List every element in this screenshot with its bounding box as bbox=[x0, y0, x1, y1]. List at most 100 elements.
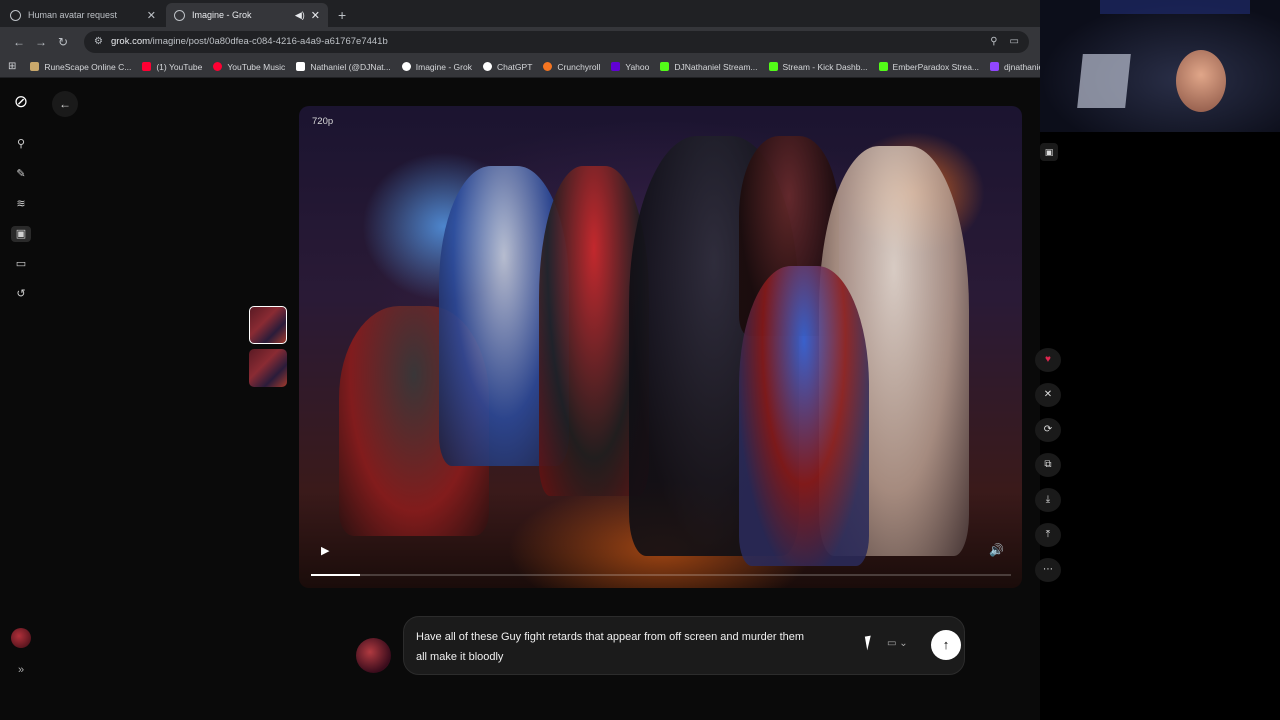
apps-grid-icon[interactable]: ⊞ bbox=[8, 61, 16, 72]
bookmark-label: ChatGPT bbox=[496, 61, 533, 72]
left-rail: ⊘ ⚲ ✎ ≋ ▣ ▭ ↺ » bbox=[0, 78, 42, 688]
reload-icon[interactable]: ↻ bbox=[52, 35, 74, 49]
grok-imagine-app: ⊘ ⚲ ✎ ≋ ▣ ▭ ↺ » ← 720p ▶ 🔊 ▣ ♥ ✕ ⟳ ⧉ ⤓ ⤒ bbox=[0, 78, 1061, 720]
x-logo-icon bbox=[296, 62, 306, 71]
back-arrow-icon[interactable]: ← bbox=[8, 35, 30, 49]
audio-playing-icon[interactable]: ◀) bbox=[295, 10, 305, 21]
tab-human-avatar-request[interactable]: Human avatar request ✕ bbox=[2, 3, 164, 27]
upload-share-icon[interactable]: ⤒ bbox=[1035, 523, 1061, 547]
grok-icon bbox=[401, 62, 411, 71]
bookmark-x-nathaniel[interactable]: Nathaniel (@DJNat... bbox=[296, 61, 391, 72]
bookmark-djnathaniel-stream[interactable]: DJNathaniel Stream... bbox=[660, 61, 758, 72]
bookmark-chatgpt[interactable]: ChatGPT bbox=[482, 61, 533, 72]
more-options-icon[interactable]: ⋯ bbox=[1035, 558, 1061, 582]
prompt-text[interactable]: Have all of these Guy fight retards that… bbox=[416, 627, 866, 667]
bookmark-yahoo[interactable]: Yahoo bbox=[611, 62, 649, 72]
webcam-background-light bbox=[1100, 0, 1250, 14]
grok-favicon-icon bbox=[174, 9, 185, 21]
bookmark-label: Stream - Kick Dashb... bbox=[782, 61, 868, 72]
youtube-music-icon bbox=[213, 62, 223, 71]
bookmark-twitch[interactable]: djnathanielrs3 - Twit... bbox=[990, 62, 1040, 72]
bookmarks-bar: ⊞ RuneScape Online C... (1) YouTube YouT… bbox=[0, 56, 1040, 78]
share-x-icon[interactable]: ✕ bbox=[1035, 383, 1061, 407]
thumbnail-item[interactable] bbox=[249, 349, 287, 387]
edit-icon[interactable]: ✎ bbox=[11, 166, 31, 182]
bookmark-label: Imagine - Grok bbox=[415, 61, 472, 72]
chatgpt-icon bbox=[482, 62, 492, 71]
site-info-icon[interactable]: ⚙ bbox=[94, 36, 103, 47]
grok-logo-icon[interactable]: ⊘ bbox=[14, 92, 28, 112]
webcam-monitor-glow bbox=[1077, 54, 1131, 108]
bookmark-label: djnathanielrs3 - Twit... bbox=[1004, 61, 1040, 72]
search-icon[interactable]: ⚲ bbox=[11, 136, 31, 152]
address-bar[interactable]: ⚙ grok.com /imagine/post/0a80dfea-c084-4… bbox=[84, 30, 1029, 53]
like-button-heart-icon[interactable]: ♥ bbox=[1035, 348, 1061, 372]
video-player[interactable]: 720p ▶ 🔊 bbox=[299, 106, 1022, 588]
play-button[interactable]: ▶ bbox=[321, 544, 329, 557]
bookmark-kick-dashboard[interactable]: Stream - Kick Dashb... bbox=[768, 61, 868, 72]
webcam-overlay bbox=[1040, 0, 1280, 132]
bookmark-label: RuneScape Online C... bbox=[44, 61, 132, 72]
video-mode-dropdown[interactable]: ▭ ⌄ bbox=[887, 638, 908, 649]
download-icon[interactable]: ⤓ bbox=[1035, 488, 1061, 512]
tab-title: Human avatar request bbox=[28, 10, 118, 20]
prompt-box[interactable]: Have all of these Guy fight retards that… bbox=[403, 616, 965, 675]
back-button[interactable]: ← bbox=[52, 91, 78, 117]
url-host: grok.com bbox=[110, 36, 151, 47]
prompt-thumbnail bbox=[356, 638, 391, 673]
crunchyroll-icon bbox=[543, 62, 553, 71]
video-progress-bar[interactable] bbox=[311, 574, 1011, 576]
tab-title: Imagine - Grok bbox=[192, 10, 252, 20]
youtube-icon bbox=[142, 62, 152, 71]
browser-tabstrip: Human avatar request ✕ Imagine - Grok ◀)… bbox=[0, 0, 1040, 27]
bookmark-emberparadox[interactable]: EmberParadox Strea... bbox=[878, 61, 980, 72]
voice-icon[interactable]: ≋ bbox=[11, 196, 31, 212]
kick-icon bbox=[768, 62, 778, 71]
bookmark-label: EmberParadox Strea... bbox=[892, 61, 980, 72]
regenerate-icon[interactable]: ⟳ bbox=[1035, 418, 1061, 442]
video-progress-fill bbox=[311, 574, 360, 576]
kick-icon bbox=[878, 62, 888, 71]
imagine-icon[interactable]: ▣ bbox=[11, 226, 31, 242]
new-tab-button[interactable]: + bbox=[338, 7, 346, 23]
browser-toolbar: ← → ↻ ⚙ grok.com /imagine/post/0a80dfea-… bbox=[0, 27, 1040, 56]
remix-icon[interactable]: ⧉ bbox=[1035, 453, 1061, 477]
bookmark-label: Yahoo bbox=[625, 61, 650, 72]
close-tab-icon[interactable]: ✕ bbox=[311, 9, 320, 22]
bookmark-label: Nathaniel (@DJNat... bbox=[310, 61, 391, 72]
bookmark-runescape[interactable]: RuneScape Online C... bbox=[30, 62, 131, 72]
runescape-icon bbox=[30, 62, 40, 71]
expand-sidebar-icon[interactable]: » bbox=[18, 664, 24, 676]
prompt-line-2: all make it bloodly bbox=[416, 651, 504, 663]
quality-label: 720p bbox=[312, 116, 334, 127]
folder-icon[interactable]: ▭ bbox=[11, 256, 31, 272]
bookmark-label: Crunchyroll bbox=[557, 61, 601, 72]
close-tab-icon[interactable]: ✕ bbox=[147, 9, 156, 22]
action-column: ♥ ✕ ⟳ ⧉ ⤓ ⤒ ⋯ bbox=[1035, 348, 1061, 582]
cast-icon[interactable]: ▭ bbox=[1010, 36, 1019, 47]
zoom-icon[interactable]: ⚲ bbox=[990, 36, 997, 47]
yahoo-icon bbox=[611, 62, 621, 71]
edit-image-icon[interactable]: ▣ bbox=[1040, 143, 1058, 161]
bookmark-label: DJNathaniel Stream... bbox=[674, 61, 758, 72]
send-button[interactable]: ↑ bbox=[931, 630, 961, 660]
tab-imagine-grok[interactable]: Imagine - Grok ◀) ✕ bbox=[166, 3, 328, 27]
bookmark-youtube-music[interactable]: YouTube Music bbox=[213, 62, 285, 72]
thumbnail-item-selected[interactable] bbox=[249, 306, 287, 344]
bookmark-label: (1) YouTube bbox=[156, 61, 203, 72]
webcam-person-face bbox=[1176, 50, 1226, 112]
chatgpt-favicon-icon bbox=[10, 9, 21, 21]
kick-icon bbox=[660, 62, 670, 71]
prompt-line-1: Have all of these Guy fight retards that… bbox=[416, 631, 805, 643]
bookmark-imagine-grok[interactable]: Imagine - Grok bbox=[401, 61, 472, 72]
volume-button[interactable]: 🔊 bbox=[989, 543, 1004, 557]
bookmark-label: YouTube Music bbox=[227, 61, 286, 72]
figure-blue-haired-girl bbox=[739, 266, 869, 566]
bookmark-crunchyroll[interactable]: Crunchyroll bbox=[543, 62, 600, 72]
forward-arrow-icon[interactable]: → bbox=[30, 35, 52, 49]
twitch-icon bbox=[990, 62, 1000, 71]
bookmark-youtube[interactable]: (1) YouTube bbox=[142, 62, 202, 72]
thumbnail-strip bbox=[249, 306, 287, 392]
history-icon[interactable]: ↺ bbox=[11, 286, 31, 302]
user-avatar[interactable] bbox=[11, 628, 31, 648]
